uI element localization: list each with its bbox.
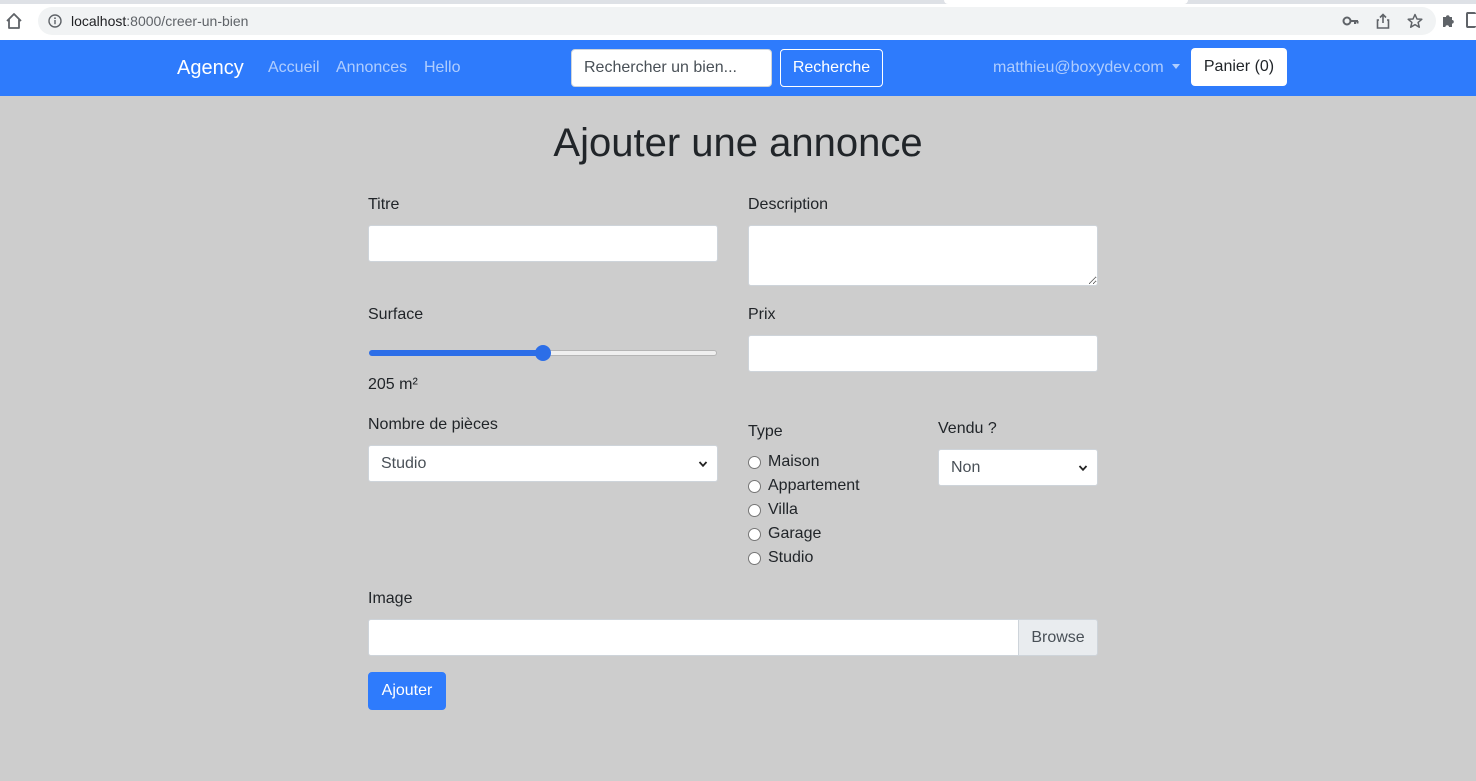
bookmark-star-icon[interactable] [1406,13,1424,29]
caret-down-icon [1171,64,1180,69]
site-info-icon[interactable] [48,14,62,28]
user-dropdown[interactable]: matthieu@boxydev.com [993,59,1180,77]
prix-field[interactable] [748,335,1098,372]
slider-fill [369,350,543,356]
home-icon[interactable] [5,12,23,30]
type-radio-villa[interactable]: Villa [748,500,798,520]
search-button[interactable]: Recherche [780,49,883,87]
radio-circle[interactable] [748,527,761,541]
titre-field[interactable] [368,225,718,262]
slider-thumb[interactable] [535,345,551,361]
search-input[interactable] [571,49,772,87]
browse-button[interactable]: Browse [1018,619,1098,656]
radio-circle[interactable] [748,479,761,493]
cart-button[interactable]: Panier (0) [1191,48,1287,86]
tab-strip [0,0,1476,4]
image-label: Image [368,590,413,607]
pieces-select[interactable]: Studio [368,445,718,482]
navbar: Agency Accueil Annonces Hello Recherche … [0,40,1476,96]
brand-logo[interactable]: Agency [177,57,244,80]
vendu-label: Vendu ? [938,420,997,437]
submit-button[interactable]: Ajouter [368,672,446,710]
extensions-icon[interactable] [1441,12,1457,28]
profile-icon[interactable] [1466,12,1476,28]
surface-value: 205 m² [368,376,418,393]
nav-link-annonces[interactable]: Annonces [336,59,407,77]
prix-label: Prix [748,306,776,323]
radio-circle[interactable] [748,503,761,517]
vendu-select[interactable]: Non [938,449,1098,486]
type-radio-appartement[interactable]: Appartement [748,476,860,496]
type-radio-maison[interactable]: Maison [748,452,820,472]
image-file-input[interactable]: Browse [368,619,1098,656]
surface-slider[interactable] [368,345,718,361]
browser-toolbar: localhost:8000/creer-un-bien [0,0,1476,40]
radio-circle[interactable] [748,455,761,469]
description-label: Description [748,196,829,213]
radio-circle[interactable] [748,551,761,565]
type-radio-studio[interactable]: Studio [748,548,813,568]
address-bar[interactable]: localhost:8000/creer-un-bien [38,7,1436,35]
url-text: localhost:8000/creer-un-bien [71,13,249,29]
description-field[interactable] [748,225,1098,286]
page-title: Ajouter une annonce [553,121,923,165]
titre-label: Titre [368,196,400,213]
share-icon[interactable] [1374,13,1392,29]
surface-label: Surface [368,306,424,323]
type-radio-garage[interactable]: Garage [748,524,821,544]
nav-link-accueil[interactable]: Accueil [268,59,320,77]
user-email: matthieu@boxydev.com [993,59,1164,76]
file-name-field[interactable] [368,619,1019,656]
type-label: Type [748,423,783,440]
nav-link-hello[interactable]: Hello [424,59,460,77]
pieces-label: Nombre de pièces [368,416,498,433]
key-icon[interactable] [1342,13,1360,29]
